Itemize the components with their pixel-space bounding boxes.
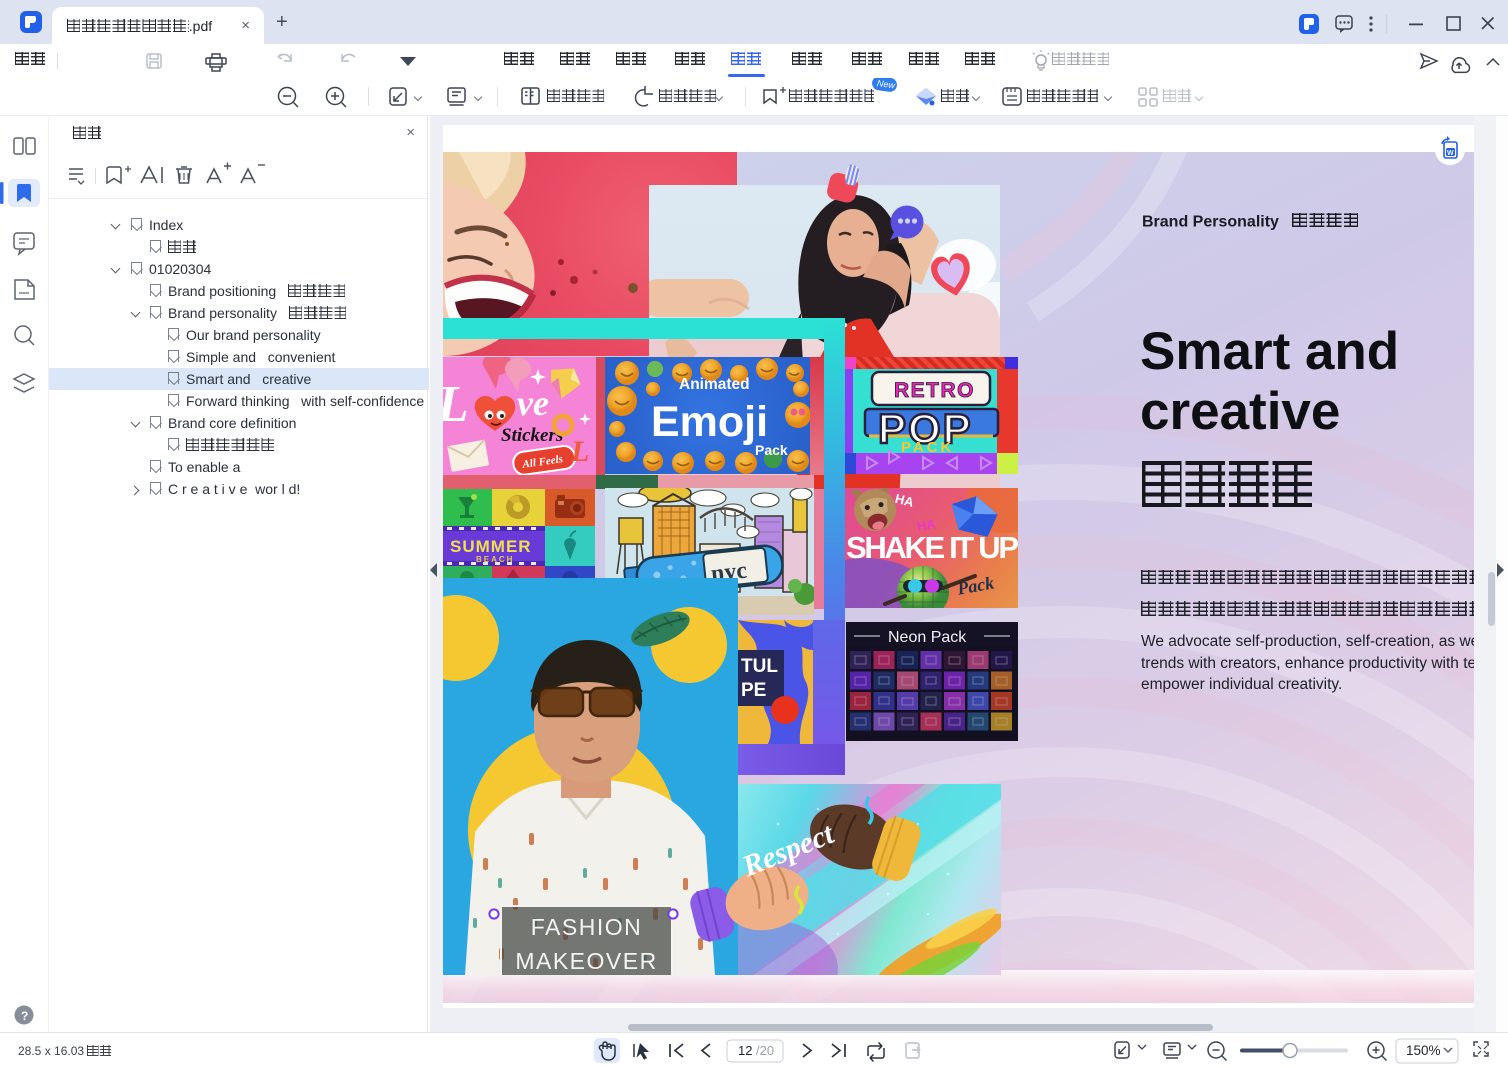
- svg-text:Neon Pack: Neon Pack: [888, 629, 967, 646]
- svg-text:12: 12: [738, 1043, 752, 1058]
- svg-text:Pack: Pack: [755, 442, 788, 458]
- svg-text:SHAKE IT UP: SHAKE IT UP: [846, 530, 1018, 565]
- svg-text:RETRO: RETRO: [894, 379, 975, 402]
- svg-text:ve: ve: [517, 383, 549, 423]
- svg-text:HA: HA: [893, 491, 915, 510]
- svg-text:BEACH: BEACH: [476, 555, 514, 564]
- svg-text:TUL: TUL: [741, 656, 778, 677]
- svg-text:?: ?: [21, 1009, 28, 1023]
- svg-text:SUMMER: SUMMER: [450, 537, 532, 556]
- svg-text:Emoji: Emoji: [651, 398, 768, 446]
- svg-text:W: W: [1447, 150, 1454, 157]
- svg-text:L: L: [570, 435, 589, 468]
- svg-text:/20: /20: [756, 1043, 774, 1058]
- svg-text:150%: 150%: [1406, 1043, 1441, 1058]
- svg-text:Respect: Respect: [738, 816, 840, 883]
- svg-text:PACK: PACK: [901, 439, 954, 456]
- svg-text:L: L: [443, 376, 469, 433]
- svg-text:PE: PE: [741, 680, 766, 701]
- svg-text:Animated: Animated: [679, 376, 750, 393]
